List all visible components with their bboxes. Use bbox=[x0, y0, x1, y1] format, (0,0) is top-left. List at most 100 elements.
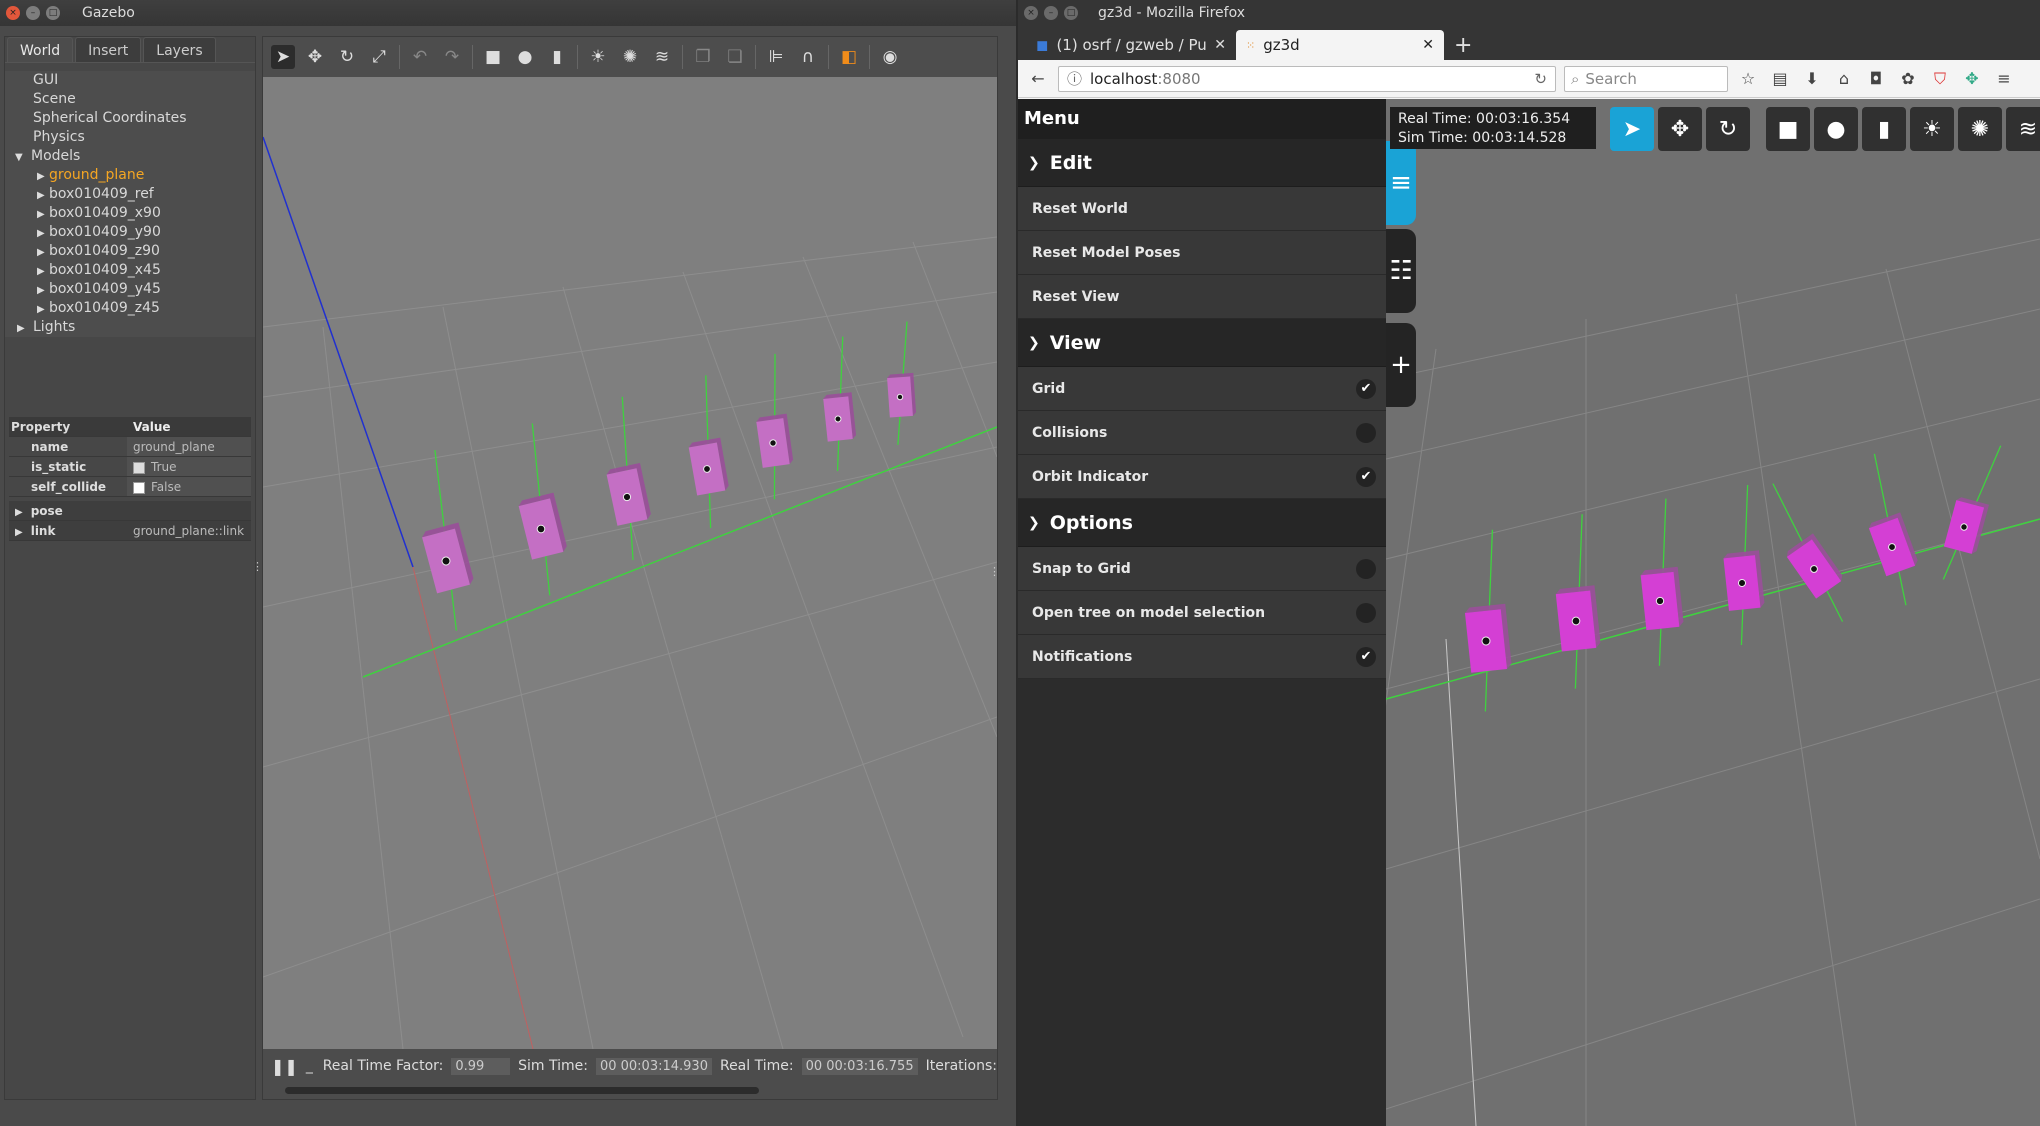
menu-item-reset-model-poses[interactable]: Reset Model Poses bbox=[1018, 231, 1386, 275]
tree-item-model[interactable]: ▶ box010409_x45 bbox=[5, 261, 255, 280]
splitter-handle-icon[interactable]: ⋮ bbox=[989, 565, 1000, 578]
redo-icon[interactable]: ↷ bbox=[440, 45, 464, 69]
property-row[interactable]: name ground_plane bbox=[9, 437, 251, 457]
caret-right-icon[interactable]: ▶ bbox=[37, 243, 49, 262]
shield-icon[interactable]: ⛉ bbox=[1928, 69, 1952, 89]
menu-section-edit[interactable]: ❯ Edit bbox=[1018, 139, 1386, 187]
info-icon[interactable]: ⓘ bbox=[1067, 68, 1082, 89]
browser-tab-gz3d[interactable]: ⁙ gz3d ✕ bbox=[1236, 30, 1444, 60]
browser-tab-github[interactable]: ◼ (1) osrf / gzweb / Pu ✕ bbox=[1026, 30, 1236, 60]
gazebo-3d-scene[interactable] bbox=[263, 77, 997, 1049]
tree-item-scene[interactable]: Scene bbox=[5, 90, 255, 109]
search-input[interactable]: ⌕ Search bbox=[1564, 65, 1728, 92]
horizontal-scrollbar[interactable] bbox=[285, 1087, 759, 1094]
close-icon[interactable]: × bbox=[6, 6, 20, 20]
translate-mode-icon[interactable]: ✥ bbox=[1658, 107, 1702, 151]
property-value[interactable]: True bbox=[127, 457, 251, 476]
toggle-off-icon[interactable] bbox=[1356, 422, 1376, 443]
rotate-tool-icon[interactable]: ↻ bbox=[335, 45, 359, 69]
menu-item-orbit-indicator[interactable]: Orbit Indicator ✔ bbox=[1018, 455, 1386, 499]
box-shape-icon[interactable]: ■ bbox=[1766, 107, 1810, 151]
check-icon[interactable]: ✔ bbox=[1356, 646, 1376, 667]
spot-light-icon[interactable]: ✺ bbox=[1958, 107, 2002, 151]
undo-icon[interactable]: ↶ bbox=[408, 45, 432, 69]
gz3d-3d-scene[interactable] bbox=[1386, 99, 2040, 1126]
caret-right-icon[interactable]: ▶ bbox=[37, 281, 49, 300]
checkbox-icon[interactable] bbox=[133, 481, 145, 494]
menu-item-reset-world[interactable]: Reset World bbox=[1018, 187, 1386, 231]
property-row[interactable]: is_static True bbox=[9, 457, 251, 477]
minimize-icon[interactable]: – bbox=[26, 6, 40, 20]
property-value[interactable]: False bbox=[127, 477, 251, 496]
close-icon[interactable]: × bbox=[1024, 6, 1038, 20]
menu-item-snap-to-grid[interactable]: Snap to Grid bbox=[1018, 547, 1386, 591]
tab-world[interactable]: World bbox=[7, 37, 74, 62]
menu-item-collisions[interactable]: Collisions bbox=[1018, 411, 1386, 455]
toggle-off-icon[interactable] bbox=[1356, 602, 1376, 623]
select-tool-icon[interactable]: ➤ bbox=[271, 45, 295, 69]
reading-list-icon[interactable]: ▤ bbox=[1768, 69, 1792, 88]
checkbox-checked-icon[interactable] bbox=[133, 461, 145, 474]
caret-right-icon[interactable]: ▶ bbox=[37, 205, 49, 224]
rotate-mode-icon[interactable]: ↻ bbox=[1706, 107, 1750, 151]
menu-hamburger-icon[interactable]: ≡ bbox=[1386, 141, 1416, 225]
caret-right-icon[interactable]: ▶ bbox=[37, 262, 49, 281]
insert-plus-icon[interactable]: + bbox=[1386, 323, 1416, 407]
tree-item-model[interactable]: ▶ box010409_z90 bbox=[5, 242, 255, 261]
directional-light-icon[interactable]: ≋ bbox=[2006, 107, 2040, 151]
caret-right-icon[interactable]: ▶ bbox=[17, 319, 29, 338]
pause-icon[interactable]: ❚❚ bbox=[271, 1057, 298, 1076]
pocket-icon[interactable]: ◘ bbox=[1864, 69, 1888, 88]
splitter-handle-icon[interactable]: ⋮ bbox=[252, 560, 263, 573]
url-bar[interactable]: ⓘ localhost:8080 ↻ bbox=[1058, 65, 1556, 92]
tree-item-model[interactable]: ▶ box010409_y45 bbox=[5, 280, 255, 299]
tree-item-model[interactable]: ▶ box010409_z45 bbox=[5, 299, 255, 318]
tree-item-model[interactable]: ▶ box010409_ref bbox=[5, 185, 255, 204]
spot-light-icon[interactable]: ✺ bbox=[618, 45, 642, 69]
tab-insert[interactable]: Insert bbox=[75, 37, 142, 62]
gazebo-viewport[interactable]: ➤ ✥ ↻ ⤢ ↶ ↷ ■ ● ▮ ☀ ✺ ≋ ❐ ❏ ⊫ ∩ ◧ ◉ ⋮ ❚❚… bbox=[262, 36, 1000, 1100]
tree-item-gui[interactable]: GUI bbox=[5, 71, 255, 90]
download-icon[interactable]: ⬇ bbox=[1800, 69, 1824, 88]
menu-section-view[interactable]: ❯ View bbox=[1018, 319, 1386, 367]
cylinder-shape-icon[interactable]: ▮ bbox=[1862, 107, 1906, 151]
check-icon[interactable]: ✔ bbox=[1356, 378, 1376, 399]
menu-item-grid[interactable]: Grid ✔ bbox=[1018, 367, 1386, 411]
caret-right-icon[interactable]: ▶ bbox=[37, 167, 49, 186]
maximize-icon[interactable]: □ bbox=[46, 6, 60, 20]
menu-item-open-tree[interactable]: Open tree on model selection bbox=[1018, 591, 1386, 635]
tree-item-models[interactable]: ▼ Models bbox=[5, 147, 255, 166]
new-tab-button[interactable]: + bbox=[1444, 30, 1482, 60]
sphere-shape-icon[interactable]: ● bbox=[1814, 107, 1858, 151]
copy-icon[interactable]: ❐ bbox=[691, 45, 715, 69]
caret-right-icon[interactable]: ▶ bbox=[37, 186, 49, 205]
caret-right-icon[interactable]: ▶ bbox=[15, 527, 23, 538]
caret-right-icon[interactable]: ▶ bbox=[37, 224, 49, 243]
hamburger-menu-icon[interactable]: ≡ bbox=[1992, 69, 2016, 88]
translate-tool-icon[interactable]: ✥ bbox=[303, 45, 327, 69]
point-light-icon[interactable]: ☀ bbox=[1910, 107, 1954, 151]
tree-item-spherical-coordinates[interactable]: Spherical Coordinates bbox=[5, 109, 255, 128]
tab-close-icon[interactable]: ✕ bbox=[1422, 37, 1434, 53]
minimize-icon[interactable]: – bbox=[1044, 6, 1058, 20]
tree-item-model[interactable]: ▶ box010409_x90 bbox=[5, 204, 255, 223]
tree-item-physics[interactable]: Physics bbox=[5, 128, 255, 147]
paste-icon[interactable]: ❏ bbox=[723, 45, 747, 69]
toggle-off-icon[interactable] bbox=[1356, 558, 1376, 579]
check-icon[interactable]: ✔ bbox=[1356, 466, 1376, 487]
directional-light-icon[interactable]: ≋ bbox=[650, 45, 674, 69]
tree-item-model[interactable]: ▶ box010409_y90 bbox=[5, 223, 255, 242]
property-row[interactable]: self_collide False bbox=[9, 477, 251, 497]
point-light-icon[interactable]: ☀ bbox=[586, 45, 610, 69]
tree-item-lights[interactable]: ▶ Lights bbox=[5, 318, 255, 337]
maximize-icon[interactable]: □ bbox=[1064, 6, 1078, 20]
step-icon[interactable]: _ bbox=[306, 1058, 315, 1074]
back-arrow-icon[interactable]: ← bbox=[1026, 69, 1050, 88]
tab-layers[interactable]: Layers bbox=[143, 37, 216, 62]
sphere-shape-icon[interactable]: ● bbox=[513, 45, 537, 69]
extension-icon[interactable]: ✿ bbox=[1896, 69, 1920, 88]
tree-view-icon[interactable]: ☷ bbox=[1386, 229, 1416, 313]
box-shape-icon[interactable]: ■ bbox=[481, 45, 505, 69]
caret-right-icon[interactable]: ▶ bbox=[15, 507, 23, 518]
home-icon[interactable]: ⌂ bbox=[1832, 69, 1856, 88]
